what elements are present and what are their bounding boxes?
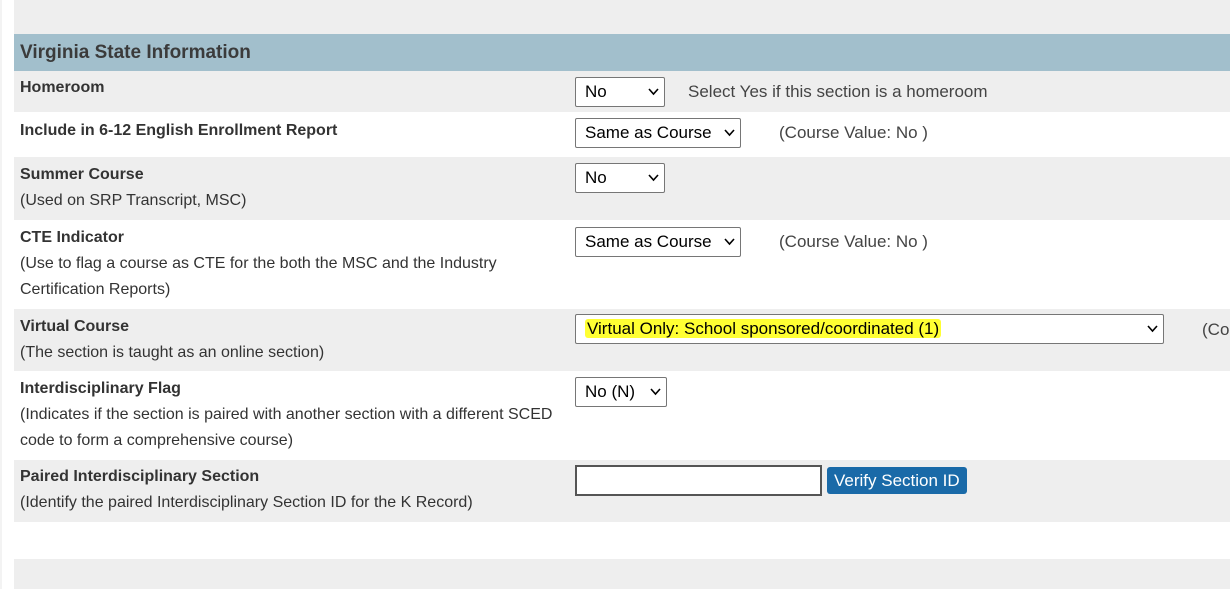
summer-course-title: Summer Course <box>20 166 144 183</box>
virtual-course-select[interactable]: Virtual Only: School sponsored/coordinat… <box>575 314 1164 344</box>
virginia-state-panel: Virginia State Information Homeroom No S… <box>14 34 1230 522</box>
cte-indicator-desc: (Use to flag a course as CTE for the bot… <box>20 255 497 298</box>
homeroom-select-value: No <box>585 82 607 101</box>
english-enrollment-select-value: Same as Course <box>585 123 712 142</box>
page-left-edge <box>0 0 2 589</box>
interdisciplinary-flag-row: Interdisciplinary Flag (Indicates if the… <box>14 371 1230 460</box>
homeroom-control: No <box>575 77 665 107</box>
summer-course-select-value: No <box>585 168 607 187</box>
summer-course-row: Summer Course (Used on SRP Transcript, M… <box>14 157 1230 220</box>
interdisciplinary-flag-title: Interdisciplinary Flag <box>20 380 181 397</box>
homeroom-note: Select Yes if this section is a homeroom <box>688 82 988 101</box>
interdisciplinary-flag-select-value: No (N) <box>585 382 636 401</box>
summer-course-label: Summer Course (Used on SRP Transcript, M… <box>20 162 568 214</box>
cte-indicator-select-value: Same as Course <box>585 232 712 251</box>
summer-course-control: No <box>575 163 665 193</box>
homeroom-label: Homeroom <box>20 75 568 101</box>
cte-indicator-course-value: (Course Value: No ) <box>779 232 928 251</box>
chevron-down-icon <box>648 78 659 96</box>
virtual-course-label: Virtual Course (The section is taught as… <box>20 314 568 366</box>
interdisciplinary-flag-control: No (N) <box>575 377 667 407</box>
cte-indicator-label: CTE Indicator (Use to flag a course as C… <box>20 225 568 303</box>
english-enrollment-control: Same as Course <box>575 118 741 148</box>
virtual-course-row: Virtual Course (The section is taught as… <box>14 309 1230 371</box>
virtual-course-desc: (The section is taught as an online sect… <box>20 344 325 361</box>
interdisciplinary-flag-label: Interdisciplinary Flag (Indicates if the… <box>20 376 568 454</box>
interdisciplinary-flag-desc: (Indicates if the section is paired with… <box>20 406 553 449</box>
chevron-down-icon <box>724 119 735 137</box>
english-enrollment-select[interactable]: Same as Course <box>575 118 741 148</box>
homeroom-title: Homeroom <box>20 79 105 96</box>
chevron-down-icon <box>1147 315 1158 333</box>
section-header: Virginia State Information <box>14 34 1230 71</box>
chevron-down-icon <box>650 378 661 396</box>
paired-section-control: Verify Section ID <box>575 465 967 496</box>
english-enrollment-row: Include in 6-12 English Enrollment Repor… <box>14 112 1230 157</box>
interdisciplinary-flag-select[interactable]: No (N) <box>575 377 667 407</box>
cte-indicator-row: CTE Indicator (Use to flag a course as C… <box>14 220 1230 309</box>
virtual-course-course-value: (Co <box>1202 320 1230 339</box>
cte-indicator-select[interactable]: Same as Course <box>575 227 741 257</box>
virtual-course-select-value: Virtual Only: School sponsored/coordinat… <box>585 319 942 338</box>
homeroom-select[interactable]: No <box>575 77 665 107</box>
chevron-down-icon <box>648 164 659 182</box>
paired-section-desc: (Identify the paired Interdisciplinary S… <box>20 494 473 511</box>
chevron-down-icon <box>724 228 735 246</box>
summer-course-desc: (Used on SRP Transcript, MSC) <box>20 192 247 209</box>
cte-indicator-title: CTE Indicator <box>20 229 125 246</box>
paired-section-label: Paired Interdisciplinary Section (Identi… <box>20 464 568 516</box>
cte-indicator-control: Same as Course <box>575 227 741 257</box>
homeroom-row: Homeroom No Select Yes if this section i… <box>14 71 1230 112</box>
paired-section-row: Paired Interdisciplinary Section (Identi… <box>14 460 1230 522</box>
bottom-spacer <box>14 559 1230 589</box>
virtual-course-control: Virtual Only: School sponsored/coordinat… <box>575 314 1164 344</box>
english-enrollment-course-value: (Course Value: No ) <box>779 123 928 142</box>
virtual-course-title: Virtual Course <box>20 318 130 335</box>
summer-course-select[interactable]: No <box>575 163 665 193</box>
paired-section-title: Paired Interdisciplinary Section <box>20 468 260 485</box>
english-enrollment-label: Include in 6-12 English Enrollment Repor… <box>20 118 568 144</box>
verify-section-id-button[interactable]: Verify Section ID <box>827 467 967 494</box>
top-spacer <box>14 0 1230 34</box>
english-enrollment-title: Include in 6-12 English Enrollment Repor… <box>20 122 338 139</box>
paired-section-id-input[interactable] <box>575 465 822 496</box>
